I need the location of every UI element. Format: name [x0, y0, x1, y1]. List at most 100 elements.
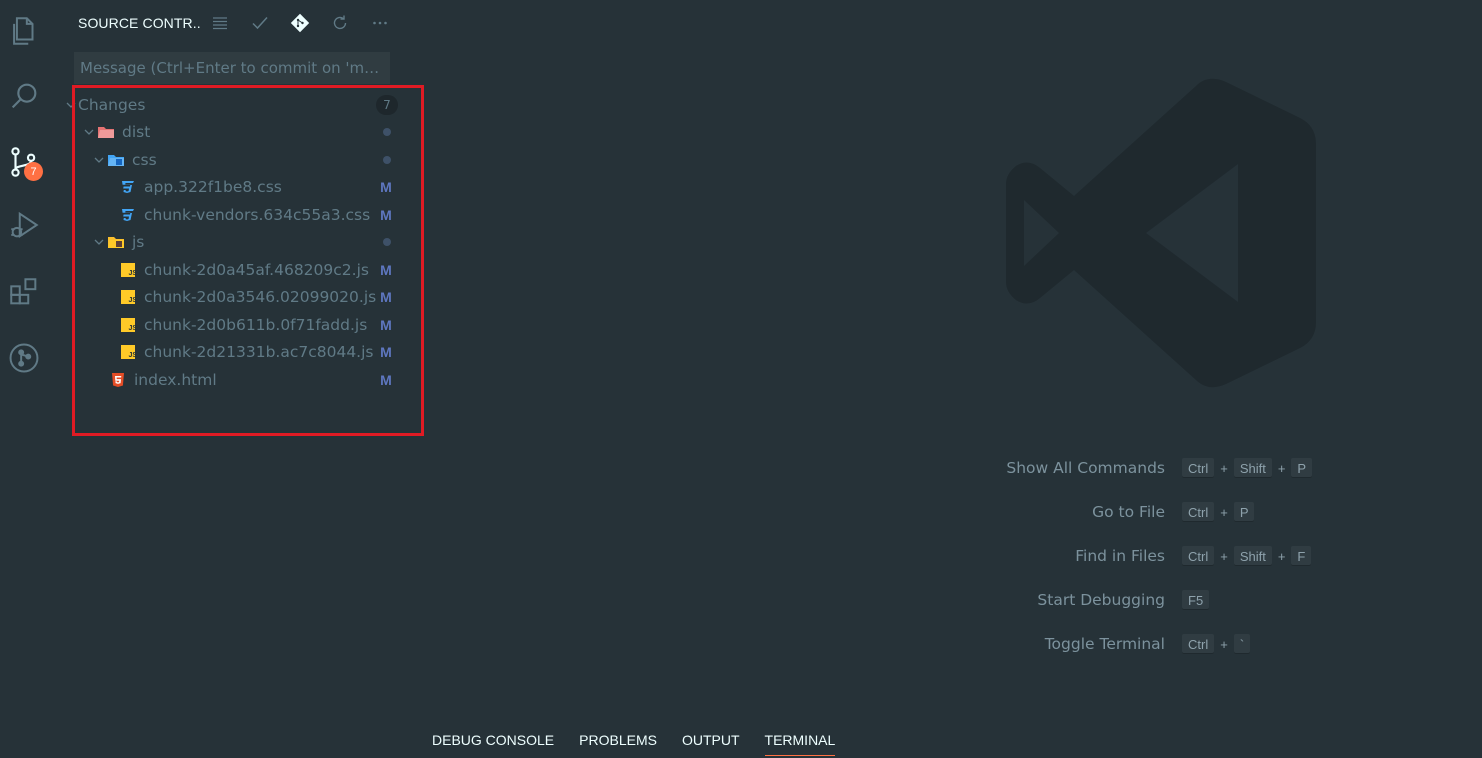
chevron-down-icon: [92, 235, 106, 249]
changes-tree: Changes 7 dist css app.322f1be8.css M ch…: [66, 91, 398, 394]
modified-dot: [383, 155, 391, 164]
extensions-icon[interactable]: [4, 270, 44, 314]
folder-dist-icon: [96, 122, 116, 142]
shortcut-label: Toggle Terminal: [1044, 635, 1165, 653]
key-cap: `: [1233, 634, 1251, 654]
plus-sign: +: [1277, 548, 1286, 564]
folder-row-css[interactable]: css: [70, 146, 396, 174]
folder-row-dist[interactable]: dist: [70, 119, 396, 147]
modified-dot: [383, 238, 391, 247]
css-file-icon: [118, 205, 138, 225]
css-file-icon: [118, 177, 138, 197]
changes-count-badge: 7: [376, 94, 398, 115]
key-cap: Ctrl: [1182, 634, 1215, 654]
js-file-icon: JS: [118, 342, 138, 362]
js-file-icon: JS: [118, 287, 138, 307]
key-cap: F5: [1182, 590, 1210, 610]
sidebar-title: SOURCE CONTR...: [78, 15, 200, 31]
file-row[interactable]: JS chunk-2d0a3546.02099020.js M: [70, 284, 396, 312]
folder-name-js: js: [132, 233, 145, 252]
explorer-icon[interactable]: [4, 9, 44, 53]
key-cap: F: [1291, 546, 1312, 566]
tab-terminal[interactable]: TERMINAL: [764, 726, 835, 756]
tab-debug-console[interactable]: DEBUG CONSOLE: [432, 726, 554, 754]
activity-bar: 7: [0, 0, 48, 758]
key-cap: Shift: [1233, 458, 1272, 478]
key-cap: Ctrl: [1182, 458, 1215, 478]
html-file-icon: [108, 370, 128, 390]
view-as-list-icon[interactable]: [200, 8, 240, 38]
file-row[interactable]: index.html M: [70, 366, 396, 394]
svg-text:JS: JS: [129, 297, 138, 304]
tab-output[interactable]: OUTPUT: [682, 726, 740, 754]
file-row[interactable]: JS chunk-2d0b611b.0f71fadd.js M: [70, 311, 396, 339]
modified-status: M: [380, 344, 392, 361]
file-name: index.html: [134, 370, 217, 389]
key-cap: P: [1233, 502, 1255, 522]
file-name: chunk-2d21331b.ac7c8044.js: [144, 343, 374, 362]
shortcut-row[interactable]: Find in Files Ctrl + Shift + F: [960, 534, 1380, 578]
commit-message-input[interactable]: Message (Ctrl+Enter to commit on 'mast..…: [74, 52, 390, 84]
git-icon[interactable]: [280, 8, 320, 38]
editor-shortcuts: Show All Commands Ctrl + Shift + P Go to…: [960, 446, 1380, 666]
plus-sign: +: [1220, 504, 1228, 520]
shortcut-label: Find in Files: [1075, 547, 1165, 565]
chevron-down-icon: [64, 98, 78, 112]
folder-js-icon: [106, 232, 126, 252]
shortcut-row[interactable]: Start Debugging F5: [960, 578, 1380, 622]
changes-group-header[interactable]: Changes 7: [66, 91, 398, 119]
file-name: chunk-2d0a45af.468209c2.js: [144, 260, 369, 279]
tab-problems[interactable]: PROBLEMS: [579, 726, 657, 754]
key-cap: Shift: [1233, 546, 1272, 566]
modified-status: M: [380, 179, 392, 196]
source-control-sidebar: SOURCE CONTR... Message (Ctrl+Enter to c…: [48, 0, 398, 758]
folder-row-js[interactable]: js: [70, 229, 396, 257]
modified-status: M: [380, 316, 392, 333]
vscode-logo-icon: [1006, 78, 1316, 388]
svg-text:JS: JS: [129, 270, 138, 277]
refresh-icon[interactable]: [320, 8, 360, 38]
changes-label: Changes: [78, 95, 146, 114]
shortcut-row[interactable]: Show All Commands Ctrl + Shift + P: [960, 446, 1380, 490]
more-actions-icon[interactable]: [360, 8, 400, 38]
plus-sign: +: [1220, 636, 1228, 652]
file-name: chunk-2d0b611b.0f71fadd.js: [144, 315, 368, 334]
shortcut-label: Start Debugging: [1037, 591, 1165, 609]
plus-sign: +: [1220, 460, 1228, 476]
panel-tabs: DEBUG CONSOLE PROBLEMS OUTPUT TERMINAL: [432, 726, 860, 756]
js-file-icon: JS: [118, 260, 138, 280]
plus-sign: +: [1220, 548, 1228, 564]
js-file-icon: JS: [118, 315, 138, 335]
chevron-down-icon: [92, 153, 106, 167]
modified-status: M: [380, 261, 392, 278]
source-control-header: SOURCE CONTR...: [78, 8, 400, 38]
modified-status: M: [380, 289, 392, 306]
file-name: app.322f1be8.css: [144, 178, 282, 197]
file-row[interactable]: JS chunk-2d21331b.ac7c8044.js M: [70, 339, 396, 367]
shortcut-label: Go to File: [1092, 503, 1165, 521]
file-row[interactable]: chunk-vendors.634c55a3.css M: [70, 201, 396, 229]
key-cap: Ctrl: [1182, 502, 1215, 522]
search-icon[interactable]: [4, 74, 44, 118]
commit-check-icon[interactable]: [240, 8, 280, 38]
chevron-down-icon: [82, 125, 96, 139]
modified-dot: [383, 128, 391, 137]
run-debug-icon[interactable]: [4, 203, 44, 247]
file-row[interactable]: JS chunk-2d0a45af.468209c2.js M: [70, 256, 396, 284]
file-name: chunk-vendors.634c55a3.css: [144, 205, 371, 224]
modified-status: M: [380, 371, 392, 388]
file-row[interactable]: app.322f1be8.css M: [70, 174, 396, 202]
shortcut-row[interactable]: Toggle Terminal Ctrl + `: [960, 622, 1380, 666]
svg-text:JS: JS: [129, 352, 138, 359]
source-control-badge: 7: [24, 162, 43, 181]
key-cap: P: [1291, 458, 1313, 478]
svg-text:JS: JS: [129, 325, 138, 332]
folder-css-icon: [106, 150, 126, 170]
folder-name-css: css: [132, 150, 157, 169]
plus-sign: +: [1277, 460, 1286, 476]
folder-name-dist: dist: [122, 123, 151, 142]
git-graph-icon[interactable]: [4, 336, 44, 380]
key-cap: Ctrl: [1182, 546, 1215, 566]
file-name: chunk-2d0a3546.02099020.js: [144, 288, 377, 307]
shortcut-row[interactable]: Go to File Ctrl + P: [960, 490, 1380, 534]
